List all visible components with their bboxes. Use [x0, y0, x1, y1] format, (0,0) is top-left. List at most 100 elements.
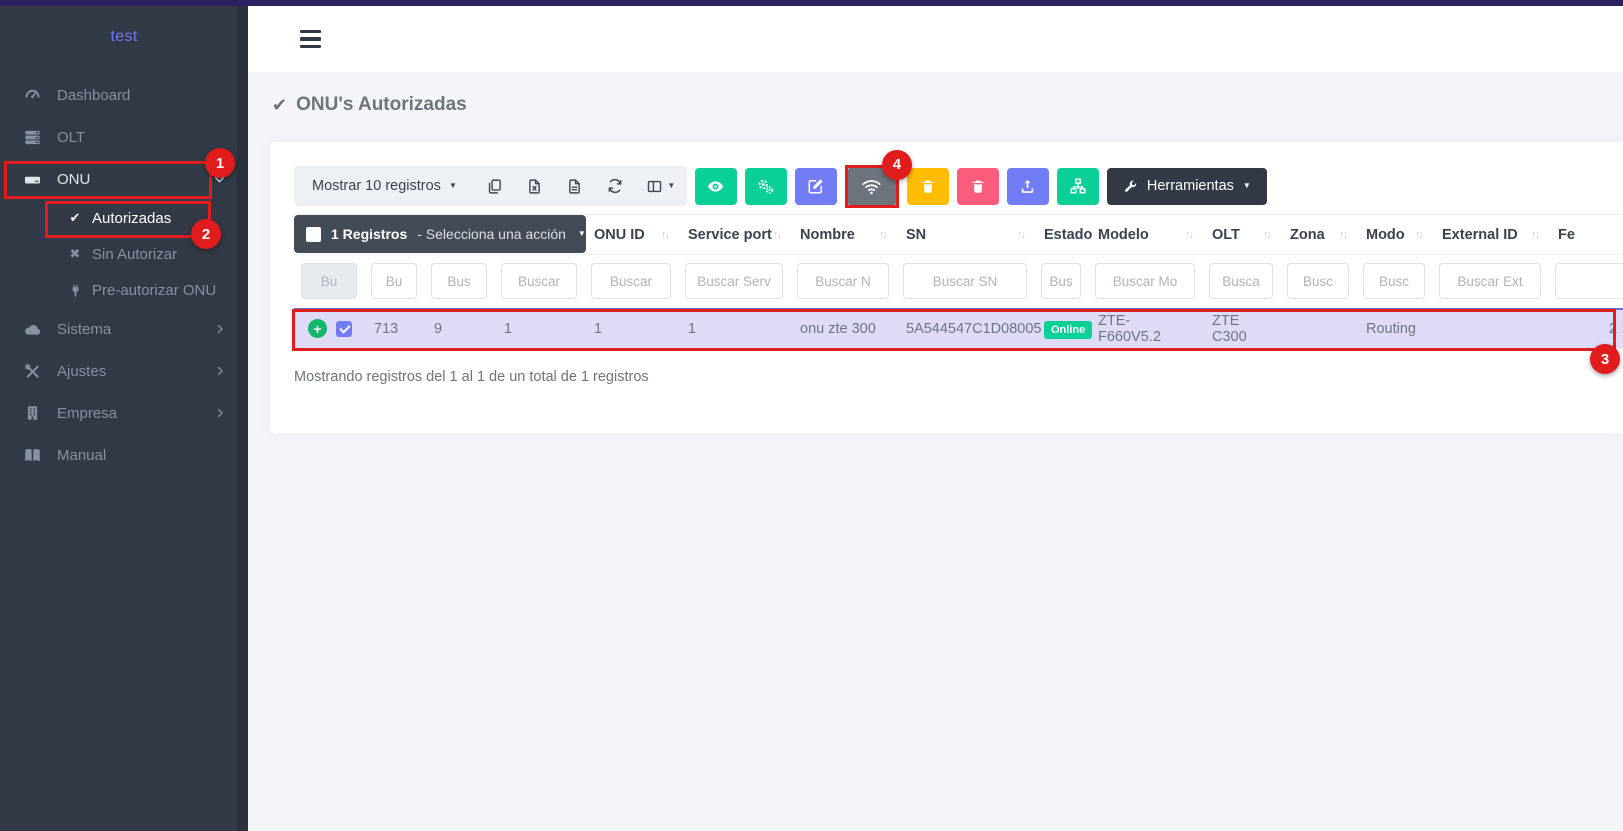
search-input-estado[interactable] — [1041, 263, 1081, 299]
caret-down-icon: ▼ — [578, 230, 586, 238]
search-input-external-id[interactable] — [1439, 263, 1541, 299]
column-header-onu-id[interactable]: ONU ID↑↓ — [584, 215, 678, 255]
cell-nombre: onu zte 300 — [790, 309, 896, 349]
brand-logo[interactable]: test — [0, 0, 248, 74]
caret-down-icon: ▼ — [1243, 182, 1251, 190]
search-input-zona[interactable] — [1287, 263, 1349, 299]
cell-olt: ZTE C300 — [1202, 309, 1280, 349]
search-input-id[interactable] — [371, 263, 417, 299]
sidebar-item-sistema[interactable]: Sistema — [0, 308, 248, 350]
sidebar-item-label: Empresa — [57, 405, 117, 422]
status-badge: Online — [1044, 321, 1092, 339]
search-input-port[interactable] — [501, 263, 577, 299]
search-input-onu-id[interactable] — [591, 263, 671, 299]
building-icon — [22, 404, 42, 422]
wifi-button[interactable] — [848, 168, 896, 205]
sidebar-item-onu[interactable]: ONU — [0, 158, 248, 200]
refresh-button[interactable] — [595, 166, 635, 206]
copy-button[interactable] — [475, 166, 515, 206]
cloud-icon — [22, 320, 42, 339]
sort-icon: ↑↓ — [1415, 229, 1422, 241]
sidebar-subitem-pre-autorizar[interactable]: Pre-autorizar ONU — [0, 272, 248, 308]
column-header-nombre[interactable]: Nombre↑↓ — [790, 215, 896, 255]
page-title: ✔ ONU's Autorizadas — [272, 94, 1623, 116]
sort-icon: ↑↓ — [1339, 229, 1346, 241]
chevron-right-icon — [214, 365, 226, 377]
hamburger-menu-icon[interactable] — [300, 30, 321, 49]
tools-dropdown-button[interactable]: Herramientas ▼ — [1107, 168, 1267, 205]
sort-icon: ↑↓ — [1017, 229, 1024, 241]
sidebar-subitem-sin-autorizar[interactable]: ✖ Sin Autorizar — [0, 236, 248, 272]
search-input-expand[interactable] — [301, 263, 357, 299]
table-search-row — [294, 255, 1623, 309]
search-input-fecha[interactable] — [1555, 263, 1623, 299]
search-input-modelo[interactable] — [1095, 263, 1195, 299]
column-header-external-id[interactable]: External ID↑↓ — [1432, 215, 1548, 255]
sort-icon: ↑↓ — [661, 229, 668, 241]
chevron-down-icon — [213, 173, 226, 186]
row-checkbox[interactable] — [336, 321, 352, 337]
tools-icon — [22, 362, 42, 381]
column-header-olt[interactable]: OLT↑↓ — [1202, 215, 1280, 255]
onu-table-row[interactable]: + 713 9 1 1 1 onu zte 300 5A544547C1D080… — [294, 309, 1623, 349]
search-input-modo[interactable] — [1363, 263, 1425, 299]
cell-service-port: 1 — [678, 309, 790, 349]
cell-zona — [1280, 309, 1356, 349]
cell-onu-id: 1 — [584, 309, 678, 349]
caret-down-icon: ▼ — [449, 182, 457, 190]
column-header-modelo[interactable]: Modelo↑↓ — [1088, 215, 1202, 255]
edit-button[interactable] — [795, 168, 837, 205]
column-header-service-port[interactable]: Service port↑↓ — [678, 215, 790, 255]
column-header-modo[interactable]: Modo↑↓ — [1356, 215, 1432, 255]
sort-icon: ↑↓ — [773, 229, 780, 241]
column-header-zona[interactable]: Zona↑↓ — [1280, 215, 1356, 255]
upload-button[interactable] — [1007, 168, 1049, 205]
check-icon: ✔ — [66, 210, 84, 226]
sidebar-subitem-label: Sin Autorizar — [92, 246, 177, 263]
annotation-box-4: 4 — [845, 165, 899, 208]
refresh-icon — [606, 177, 624, 195]
onu-table: 1 Registros - Selecciona una acción ▼ ON… — [294, 214, 1623, 349]
sidebar-item-ajustes[interactable]: Ajustes — [0, 350, 248, 392]
trash-danger-button[interactable] — [957, 168, 999, 205]
search-input-service-port[interactable] — [685, 263, 783, 299]
wrench-icon — [1123, 179, 1138, 194]
sidebar-subitem-autorizadas[interactable]: ✔ Autorizadas — [0, 200, 248, 236]
sidebar-item-label: Manual — [57, 447, 106, 464]
excel-export-button[interactable] — [515, 166, 555, 206]
expand-row-icon[interactable]: + — [308, 319, 327, 338]
sidebar-item-dashboard[interactable]: Dashboard — [0, 74, 248, 116]
search-input-olt[interactable] — [1209, 263, 1273, 299]
sitemap-button[interactable] — [1057, 168, 1099, 205]
eye-icon — [706, 177, 725, 196]
sidebar-item-olt[interactable]: OLT — [0, 116, 248, 158]
trash-icon — [970, 178, 986, 195]
toolbar: Mostrar 10 registros ▼ ▼ — [294, 166, 1623, 206]
sitemap-icon — [1069, 177, 1087, 195]
sidebar-item-manual[interactable]: Manual — [0, 434, 248, 476]
datatable-button-group: Mostrar 10 registros ▼ ▼ — [294, 166, 687, 206]
sidebar-item-empresa[interactable]: Empresa — [0, 392, 248, 434]
show-entries-dropdown[interactable]: Mostrar 10 registros ▼ — [294, 178, 475, 194]
view-status-button[interactable] — [695, 168, 737, 205]
column-visibility-button[interactable]: ▼ — [635, 166, 687, 206]
sidebar-item-label: OLT — [57, 129, 85, 146]
search-input-nombre[interactable] — [797, 263, 889, 299]
search-input-board[interactable] — [431, 263, 487, 299]
file-export-icon — [566, 178, 583, 195]
autoconfig-button[interactable] — [745, 168, 787, 205]
column-header-fecha[interactable]: Fe — [1548, 215, 1623, 255]
cell-external-id — [1432, 309, 1548, 349]
column-header-estado[interactable]: Estado — [1034, 215, 1088, 255]
plug-icon — [66, 283, 84, 298]
wifi-icon — [861, 176, 882, 197]
cell-fecha: 2 — [1548, 309, 1623, 349]
select-all-checkbox[interactable] — [306, 227, 321, 242]
select-all-action-dropdown[interactable]: 1 Registros - Selecciona una acción ▼ — [294, 215, 586, 253]
trash-warning-button[interactable] — [907, 168, 949, 205]
file-export-button[interactable] — [555, 166, 595, 206]
column-header-sn[interactable]: SN↑↓ — [896, 215, 1034, 255]
sidebar-item-label: Ajustes — [57, 363, 106, 380]
sort-icon: ↑↓ — [1531, 229, 1538, 241]
search-input-sn[interactable] — [903, 263, 1027, 299]
